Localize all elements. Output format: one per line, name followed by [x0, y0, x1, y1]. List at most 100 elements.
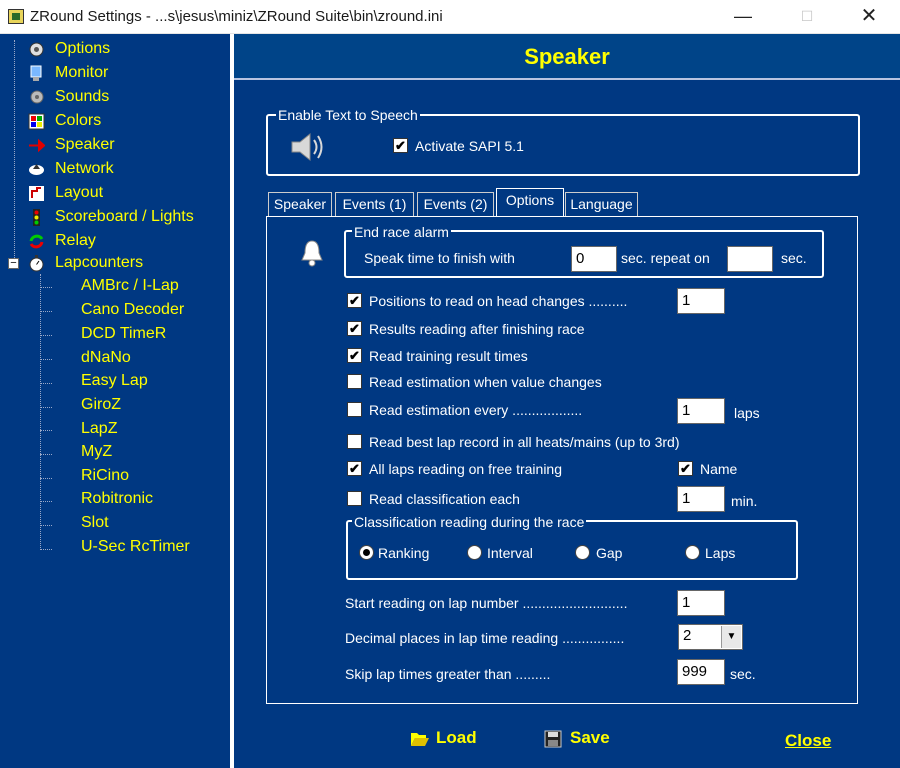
- sidebar-item-ricino[interactable]: RiCino: [81, 465, 129, 487]
- minimize-button[interactable]: —: [720, 0, 766, 34]
- sidebar-item-label: Options: [55, 40, 111, 57]
- sidebar-item-label: Monitor: [55, 64, 109, 81]
- tab-language[interactable]: Language: [565, 192, 638, 216]
- radio-interval-label: Interval: [487, 545, 533, 561]
- best-lap-record-checkbox[interactable]: [347, 434, 362, 449]
- speak-time-label: Speak time to finish with: [364, 250, 515, 266]
- sidebar-item-label: Relay: [55, 232, 96, 249]
- decimal-places-value: 2: [683, 627, 692, 644]
- decimal-places-label: Decimal places in lap time reading .....…: [345, 630, 625, 646]
- red-arrow-icon: [29, 138, 45, 153]
- tree-line: [40, 287, 52, 288]
- tab-events-2[interactable]: Events (2): [417, 192, 494, 216]
- classification-each-label: Read classification each: [369, 491, 520, 507]
- tree-line: [40, 383, 52, 384]
- radio-gap[interactable]: [575, 545, 590, 560]
- results-reading-label: Results reading after finishing race: [369, 321, 585, 337]
- page-title: Speaker: [234, 34, 900, 80]
- stopwatch-icon: [29, 255, 44, 272]
- radio-interval[interactable]: [467, 545, 482, 560]
- positions-head-changes-input[interactable]: 1: [677, 288, 725, 314]
- sidebar-item-cano-decoder[interactable]: Cano Decoder: [81, 299, 184, 321]
- activate-sapi-checkbox[interactable]: ✔: [393, 138, 408, 153]
- skip-lap-times-input[interactable]: 999: [677, 659, 725, 685]
- results-reading-checkbox[interactable]: ✔: [347, 321, 362, 336]
- colors-icon: [28, 113, 45, 130]
- layout-icon: [29, 186, 44, 201]
- classification-reading-title: Classification reading during the race: [352, 514, 587, 530]
- save-button-label: Save: [570, 728, 610, 747]
- sidebar-item-label: Sounds: [55, 88, 110, 105]
- close-window-button[interactable]: ✕: [846, 0, 892, 34]
- gears-icon: [29, 42, 44, 57]
- sidebar-item-label: Colors: [55, 112, 102, 129]
- estimation-value-changes-checkbox[interactable]: [347, 374, 362, 389]
- settings-tree: Options Monitor Sounds Colors Speaker Ne…: [0, 34, 232, 768]
- repeat-unit: sec.: [781, 250, 807, 266]
- tree-line: [14, 40, 15, 258]
- tree-line: [40, 407, 52, 408]
- sidebar-item-myz[interactable]: MyZ: [81, 441, 112, 463]
- tree-line: [40, 525, 52, 526]
- folder-open-icon: [411, 733, 429, 746]
- tree-line: [40, 549, 52, 550]
- activate-sapi-label: Activate SAPI 5.1: [415, 138, 524, 154]
- tts-group-title: Enable Text to Speech: [276, 107, 420, 123]
- repeat-input[interactable]: [727, 246, 773, 272]
- estimation-every-input[interactable]: 1: [677, 398, 725, 424]
- all-laps-free-training-checkbox[interactable]: ✔: [347, 461, 362, 476]
- relay-icon: [29, 234, 44, 249]
- tab-speaker[interactable]: Speaker: [268, 192, 332, 216]
- sidebar-item-label: Lapcounters: [55, 254, 144, 271]
- tab-options[interactable]: Options: [496, 188, 564, 216]
- floppy-disk-icon: [544, 730, 562, 748]
- sidebar-item-lapz[interactable]: LapZ: [81, 418, 117, 440]
- estimation-every-label: Read estimation every ..................: [369, 402, 583, 418]
- app-icon: [8, 9, 24, 24]
- radio-gap-label: Gap: [596, 545, 623, 561]
- title-bar: ZRound Settings - ...s\jesus\miniz\ZRoun…: [0, 0, 900, 34]
- estimation-every-checkbox[interactable]: [347, 402, 362, 417]
- sidebar-item-dcd-timer[interactable]: DCD TimeR: [81, 323, 166, 345]
- best-lap-record-label: Read best lap record in all heats/mains …: [369, 434, 680, 450]
- tree-line: [40, 311, 52, 312]
- classification-each-checkbox[interactable]: [347, 491, 362, 506]
- decimal-places-select[interactable]: 2 ▼: [678, 624, 743, 650]
- classification-each-input[interactable]: 1: [677, 486, 725, 512]
- sidebar-item-giroz[interactable]: GiroZ: [81, 394, 121, 416]
- classification-each-unit: min.: [731, 493, 758, 509]
- sidebar-item-easy-lap[interactable]: Easy Lap: [81, 370, 148, 392]
- bell-icon: [301, 240, 323, 267]
- sidebar-item-usec-rctimer[interactable]: U-Sec RcTimer: [81, 536, 190, 558]
- tts-group: [266, 114, 860, 176]
- start-reading-input[interactable]: 1: [677, 590, 725, 616]
- sidebar-item-label: Speaker: [55, 136, 115, 153]
- positions-head-changes-checkbox[interactable]: ✔: [347, 293, 362, 308]
- tree-collapse-toggle[interactable]: −: [8, 258, 19, 269]
- name-label: Name: [700, 461, 738, 477]
- tab-events-1[interactable]: Events (1): [335, 192, 414, 216]
- main-panel: Speaker Enable Text to Speech ✔ Activate…: [234, 34, 900, 768]
- sidebar-item-robitronic[interactable]: Robitronic: [81, 488, 153, 510]
- maximize-button[interactable]: ☐: [784, 0, 830, 34]
- repeat-label: sec. repeat on: [621, 250, 710, 266]
- sidebar-item-label: Scoreboard / Lights: [55, 208, 194, 225]
- radio-ranking[interactable]: [359, 545, 374, 560]
- tree-line: [40, 335, 52, 336]
- speak-time-input[interactable]: 0: [571, 246, 617, 272]
- sidebar-item-dnano[interactable]: dNaNo: [81, 347, 131, 369]
- sidebar-item-slot[interactable]: Slot: [81, 512, 109, 534]
- name-checkbox[interactable]: ✔: [678, 461, 693, 476]
- training-result-times-checkbox[interactable]: ✔: [347, 348, 362, 363]
- sidebar-item-ambrc-ilap[interactable]: AMBrc / I-Lap: [81, 275, 179, 297]
- end-race-alarm-title: End race alarm: [352, 224, 451, 240]
- radio-laps[interactable]: [685, 545, 700, 560]
- skip-lap-times-label: Skip lap times greater than .........: [345, 666, 551, 682]
- tree-line: [40, 454, 52, 455]
- radio-laps-label: Laps: [705, 545, 736, 561]
- estimation-value-changes-label: Read estimation when value changes: [369, 374, 602, 390]
- positions-head-changes-label: Positions to read on head changes ......…: [369, 293, 628, 309]
- tree-line: [40, 501, 52, 502]
- chevron-down-icon[interactable]: ▼: [721, 626, 741, 648]
- close-button[interactable]: Close: [785, 731, 831, 751]
